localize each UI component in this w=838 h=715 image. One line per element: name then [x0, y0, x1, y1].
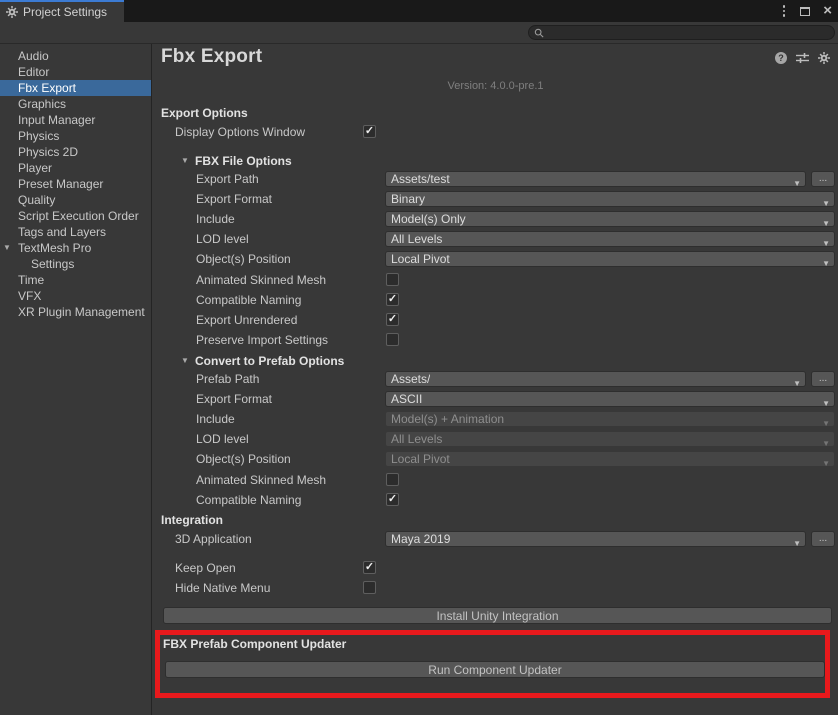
field-export-format: Export Format Binary ▼	[153, 190, 838, 208]
section-header-export-options: Export Options	[161, 104, 248, 122]
field-3d-application: 3D Application Maya 2019 ▼ ...	[153, 530, 838, 548]
prefab-export-format-dropdown[interactable]: ASCII ▼	[385, 391, 835, 407]
sidebar-item-script-execution-order[interactable]: Script Execution Order	[0, 208, 151, 224]
field-keep-open: Keep Open ✓	[153, 559, 838, 577]
settings-toolbar	[0, 22, 838, 44]
field-prefab-include: Include Model(s) + Animation ▼	[153, 410, 838, 428]
field-export-path: Export Path Assets/test ▼ ...	[153, 170, 838, 188]
sidebar-item-textmesh-pro-settings[interactable]: Settings	[0, 256, 151, 272]
hide-native-menu-checkbox[interactable]: ✓	[363, 581, 376, 594]
include-dropdown[interactable]: Model(s) Only ▼	[385, 211, 835, 227]
sidebar-item-fbx-export[interactable]: Fbx Export	[0, 80, 151, 96]
field-prefab-animated-skinned-mesh: Animated Skinned Mesh ✓	[153, 471, 838, 489]
maximize-icon[interactable]	[800, 7, 810, 16]
3d-application-browse-button[interactable]: ...	[811, 531, 835, 547]
lod-level-dropdown[interactable]: All Levels ▼	[385, 231, 835, 247]
sidebar-item-graphics[interactable]: Graphics	[0, 96, 151, 112]
tab-label: Project Settings	[23, 5, 107, 19]
field-export-unrendered: Export Unrendered ✓	[153, 311, 838, 329]
keep-open-checkbox[interactable]: ✓	[363, 561, 376, 574]
sidebar-item-audio[interactable]: Audio	[0, 48, 151, 64]
compatible-naming-checkbox[interactable]: ✓	[386, 293, 399, 306]
sidebar-item-physics-2d[interactable]: Physics 2D	[0, 144, 151, 160]
presets-icon[interactable]	[796, 52, 809, 64]
3d-application-dropdown[interactable]: Maya 2019 ▼	[385, 531, 806, 547]
install-unity-integration-button[interactable]: Install Unity Integration	[163, 607, 832, 624]
field-display-options-window: Display Options Window ✓	[153, 123, 838, 141]
section-header-integration: Integration	[161, 511, 223, 529]
field-animated-skinned-mesh: Animated Skinned Mesh ✓	[153, 271, 838, 289]
display-options-window-checkbox[interactable]: ✓	[363, 125, 376, 138]
chevron-down-icon: ▼	[793, 535, 801, 553]
gear-icon[interactable]	[818, 52, 830, 64]
field-preserve-import-settings: Preserve Import Settings ✓	[153, 331, 838, 349]
foldout-convert-to-prefab-options[interactable]: ▼ Convert to Prefab Options	[153, 352, 838, 370]
sidebar-item-player[interactable]: Player	[0, 160, 151, 176]
export-unrendered-checkbox[interactable]: ✓	[386, 313, 399, 326]
run-component-updater-button[interactable]: Run Component Updater	[165, 661, 825, 678]
preserve-import-settings-checkbox[interactable]: ✓	[386, 333, 399, 346]
foldout-triangle-icon[interactable]: ▼	[181, 352, 189, 370]
field-prefab-export-format: Export Format ASCII ▼	[153, 390, 838, 408]
check-icon: ✓	[388, 294, 397, 305]
prefab-lod-level-dropdown: All Levels ▼	[385, 431, 835, 447]
fbx-export-panel: Fbx Export ? Version: 4.0.0-pre.1	[153, 44, 838, 715]
field-prefab-path: Prefab Path Assets/ ▼ ...	[153, 370, 838, 388]
foldout-triangle-icon[interactable]: ▼	[181, 152, 189, 170]
check-icon: ✓	[388, 494, 397, 505]
foldout-fbx-file-options[interactable]: ▼ FBX File Options	[153, 152, 838, 170]
search-icon	[534, 28, 544, 38]
kebab-menu-icon[interactable]	[781, 3, 788, 19]
prefab-path-dropdown[interactable]: Assets/ ▼	[385, 371, 806, 387]
export-path-dropdown[interactable]: Assets/test ▼	[385, 171, 806, 187]
field-objects-position: Object(s) Position Local Pivot ▼	[153, 250, 838, 268]
field-prefab-lod-level: LOD level All Levels ▼	[153, 430, 838, 448]
field-lod-level: LOD level All Levels ▼	[153, 230, 838, 248]
settings-sidebar: Audio Editor Fbx Export Graphics Input M…	[0, 44, 152, 715]
export-format-dropdown[interactable]: Binary ▼	[385, 191, 835, 207]
unity-project-settings-window: Project Settings × Audio Editor Fbx Expo…	[0, 0, 838, 715]
close-icon[interactable]: ×	[823, 6, 832, 16]
sidebar-item-preset-manager[interactable]: Preset Manager	[0, 176, 151, 192]
field-compatible-naming: Compatible Naming ✓	[153, 291, 838, 309]
sidebar-item-editor[interactable]: Editor	[0, 64, 151, 80]
sidebar-item-physics[interactable]: Physics	[0, 128, 151, 144]
field-prefab-compatible-naming: Compatible Naming ✓	[153, 491, 838, 509]
page-title: Fbx Export	[161, 46, 262, 68]
prefab-compatible-naming-checkbox[interactable]: ✓	[386, 493, 399, 506]
animated-skinned-mesh-checkbox[interactable]: ✓	[386, 273, 399, 286]
tab-project-settings[interactable]: Project Settings	[0, 0, 124, 22]
prefab-include-dropdown: Model(s) + Animation ▼	[385, 411, 835, 427]
field-include: Include Model(s) Only ▼	[153, 210, 838, 228]
foldout-triangle-icon[interactable]: ▼	[3, 240, 11, 256]
help-icon[interactable]: ?	[775, 52, 787, 64]
field-prefab-objects-position: Object(s) Position Local Pivot ▼	[153, 450, 838, 468]
search-box[interactable]	[528, 25, 835, 40]
export-path-browse-button[interactable]: ...	[811, 171, 835, 187]
gear-icon	[6, 6, 18, 18]
search-input[interactable]	[544, 27, 834, 39]
sidebar-item-vfx[interactable]: VFX	[0, 288, 151, 304]
sidebar-item-time[interactable]: Time	[0, 272, 151, 288]
sidebar-item-tags-and-layers[interactable]: Tags and Layers	[0, 224, 151, 240]
sidebar-item-textmesh-pro[interactable]: ▼TextMesh Pro	[0, 240, 151, 256]
check-icon: ✓	[388, 314, 397, 325]
prefab-animated-skinned-mesh-checkbox[interactable]: ✓	[386, 473, 399, 486]
section-header-fbx-prefab-component-updater: FBX Prefab Component Updater	[163, 637, 346, 651]
version-label: Version: 4.0.0-pre.1	[153, 80, 838, 92]
sidebar-item-quality[interactable]: Quality	[0, 192, 151, 208]
check-icon: ✓	[365, 126, 374, 137]
title-bar: Project Settings ×	[0, 0, 838, 22]
field-hide-native-menu: Hide Native Menu ✓	[153, 579, 838, 597]
prefab-path-browse-button[interactable]: ...	[811, 371, 835, 387]
check-icon: ✓	[365, 562, 374, 573]
sidebar-item-input-manager[interactable]: Input Manager	[0, 112, 151, 128]
sidebar-item-xr-plugin-management[interactable]: XR Plugin Management	[0, 304, 151, 320]
prefab-objects-position-dropdown: Local Pivot ▼	[385, 451, 835, 467]
objects-position-dropdown[interactable]: Local Pivot ▼	[385, 251, 835, 267]
